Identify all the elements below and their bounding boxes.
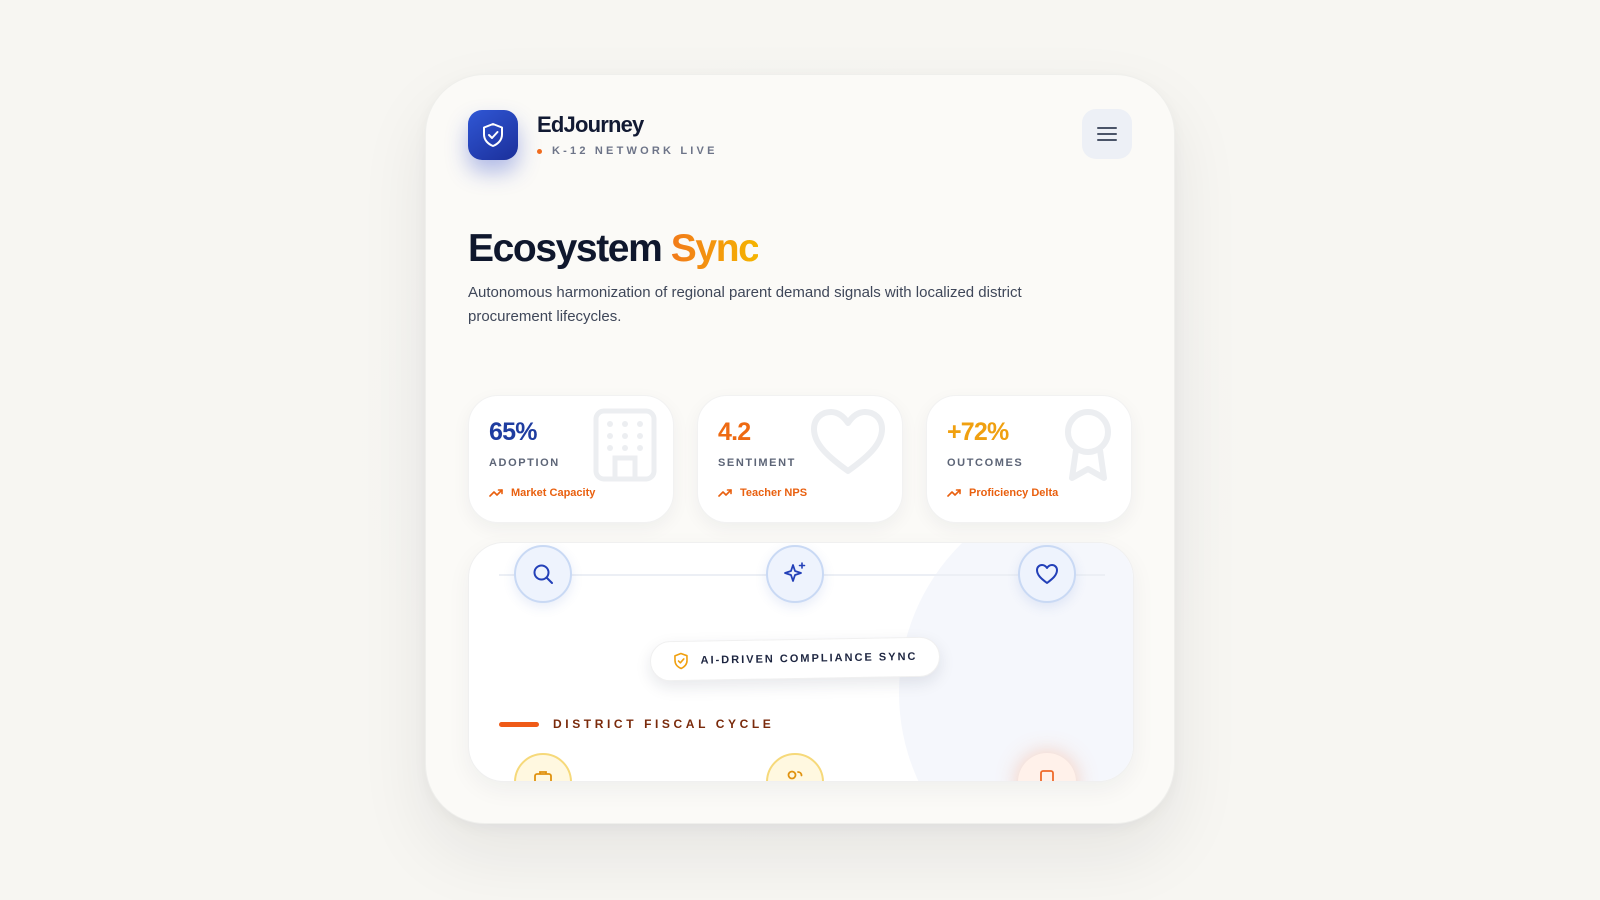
hamburger-menu-icon (1097, 127, 1117, 141)
title-main: Ecosystem (468, 227, 663, 270)
lifecycle-node-search[interactable] (514, 545, 572, 603)
stat-trend-label: Proficiency Delta (969, 487, 1059, 499)
shield-check-icon (483, 123, 503, 147)
live-dot-icon (537, 148, 542, 154)
trending-up-icon (489, 489, 503, 497)
stat-trend-label: Teacher NPS (740, 487, 808, 499)
lifecycle-node-ai[interactable] (766, 545, 824, 603)
stat-value: 65% (489, 418, 537, 446)
stat-trend: Proficiency Delta (947, 487, 1058, 499)
shield-check-icon (673, 652, 688, 670)
network-status: K-12 NETWORK LIVE (537, 145, 718, 157)
fiscal-cycle-heading: DISTRICT FISCAL CYCLE (499, 717, 774, 731)
trending-up-icon (718, 489, 732, 497)
compliance-badge[interactable]: AI-DRIVEN COMPLIANCE SYNC (649, 636, 941, 682)
search-icon (533, 564, 553, 584)
stat-card-sentiment[interactable]: 4.2 SENTIMENT Teacher NPS (697, 395, 903, 523)
app-frame: EdJourney K-12 NETWORK LIVE Ecosystem Sy… (425, 74, 1175, 824)
users-icon (787, 770, 803, 780)
fiscal-accent-bar (499, 721, 539, 727)
network-status-text: K-12 NETWORK LIVE (552, 145, 718, 157)
stat-trend: Teacher NPS (718, 487, 807, 499)
stat-label: OUTCOMES (947, 457, 1024, 469)
brand-name: EdJourney (537, 112, 644, 137)
compliance-badge-label: AI-DRIVEN COMPLIANCE SYNC (700, 650, 918, 667)
lifecycle-panel: AI-DRIVEN COMPLIANCE SYNC DISTRICT FISCA… (468, 542, 1134, 782)
heart-icon (1036, 564, 1058, 584)
award-icon (1065, 409, 1111, 481)
document-icon (1040, 770, 1054, 781)
stat-trend: Market Capacity (489, 487, 595, 499)
building-icon (593, 408, 657, 482)
title-accent: Sync (670, 227, 760, 270)
stat-value: +72% (947, 418, 1009, 446)
fiscal-node-stakeholders[interactable] (766, 753, 824, 781)
fiscal-cycle-label: DISTRICT FISCAL CYCLE (553, 717, 775, 731)
briefcase-icon (534, 771, 552, 781)
trending-up-icon (947, 489, 961, 497)
fiscal-node-budget[interactable] (514, 753, 572, 781)
page-description: Autonomous harmonization of regional par… (468, 284, 1022, 325)
heart-icon (811, 409, 885, 474)
stat-card-outcomes[interactable]: +72% OUTCOMES Proficiency Delta (926, 395, 1132, 523)
stat-label: SENTIMENT (718, 457, 796, 469)
stat-value: 4.2 (718, 418, 751, 446)
lifecycle-node-engage[interactable] (1018, 545, 1076, 603)
page-title: Ecosystem Sync (468, 227, 760, 271)
stat-trend-label: Market Capacity (511, 487, 596, 499)
stat-label: ADOPTION (489, 457, 560, 469)
menu-button[interactable] (1082, 109, 1132, 159)
stat-card-adoption[interactable]: 65% ADOPTION Market Capacity (468, 395, 674, 523)
sparkle-icon (784, 562, 806, 582)
brand-logo[interactable] (468, 110, 518, 160)
